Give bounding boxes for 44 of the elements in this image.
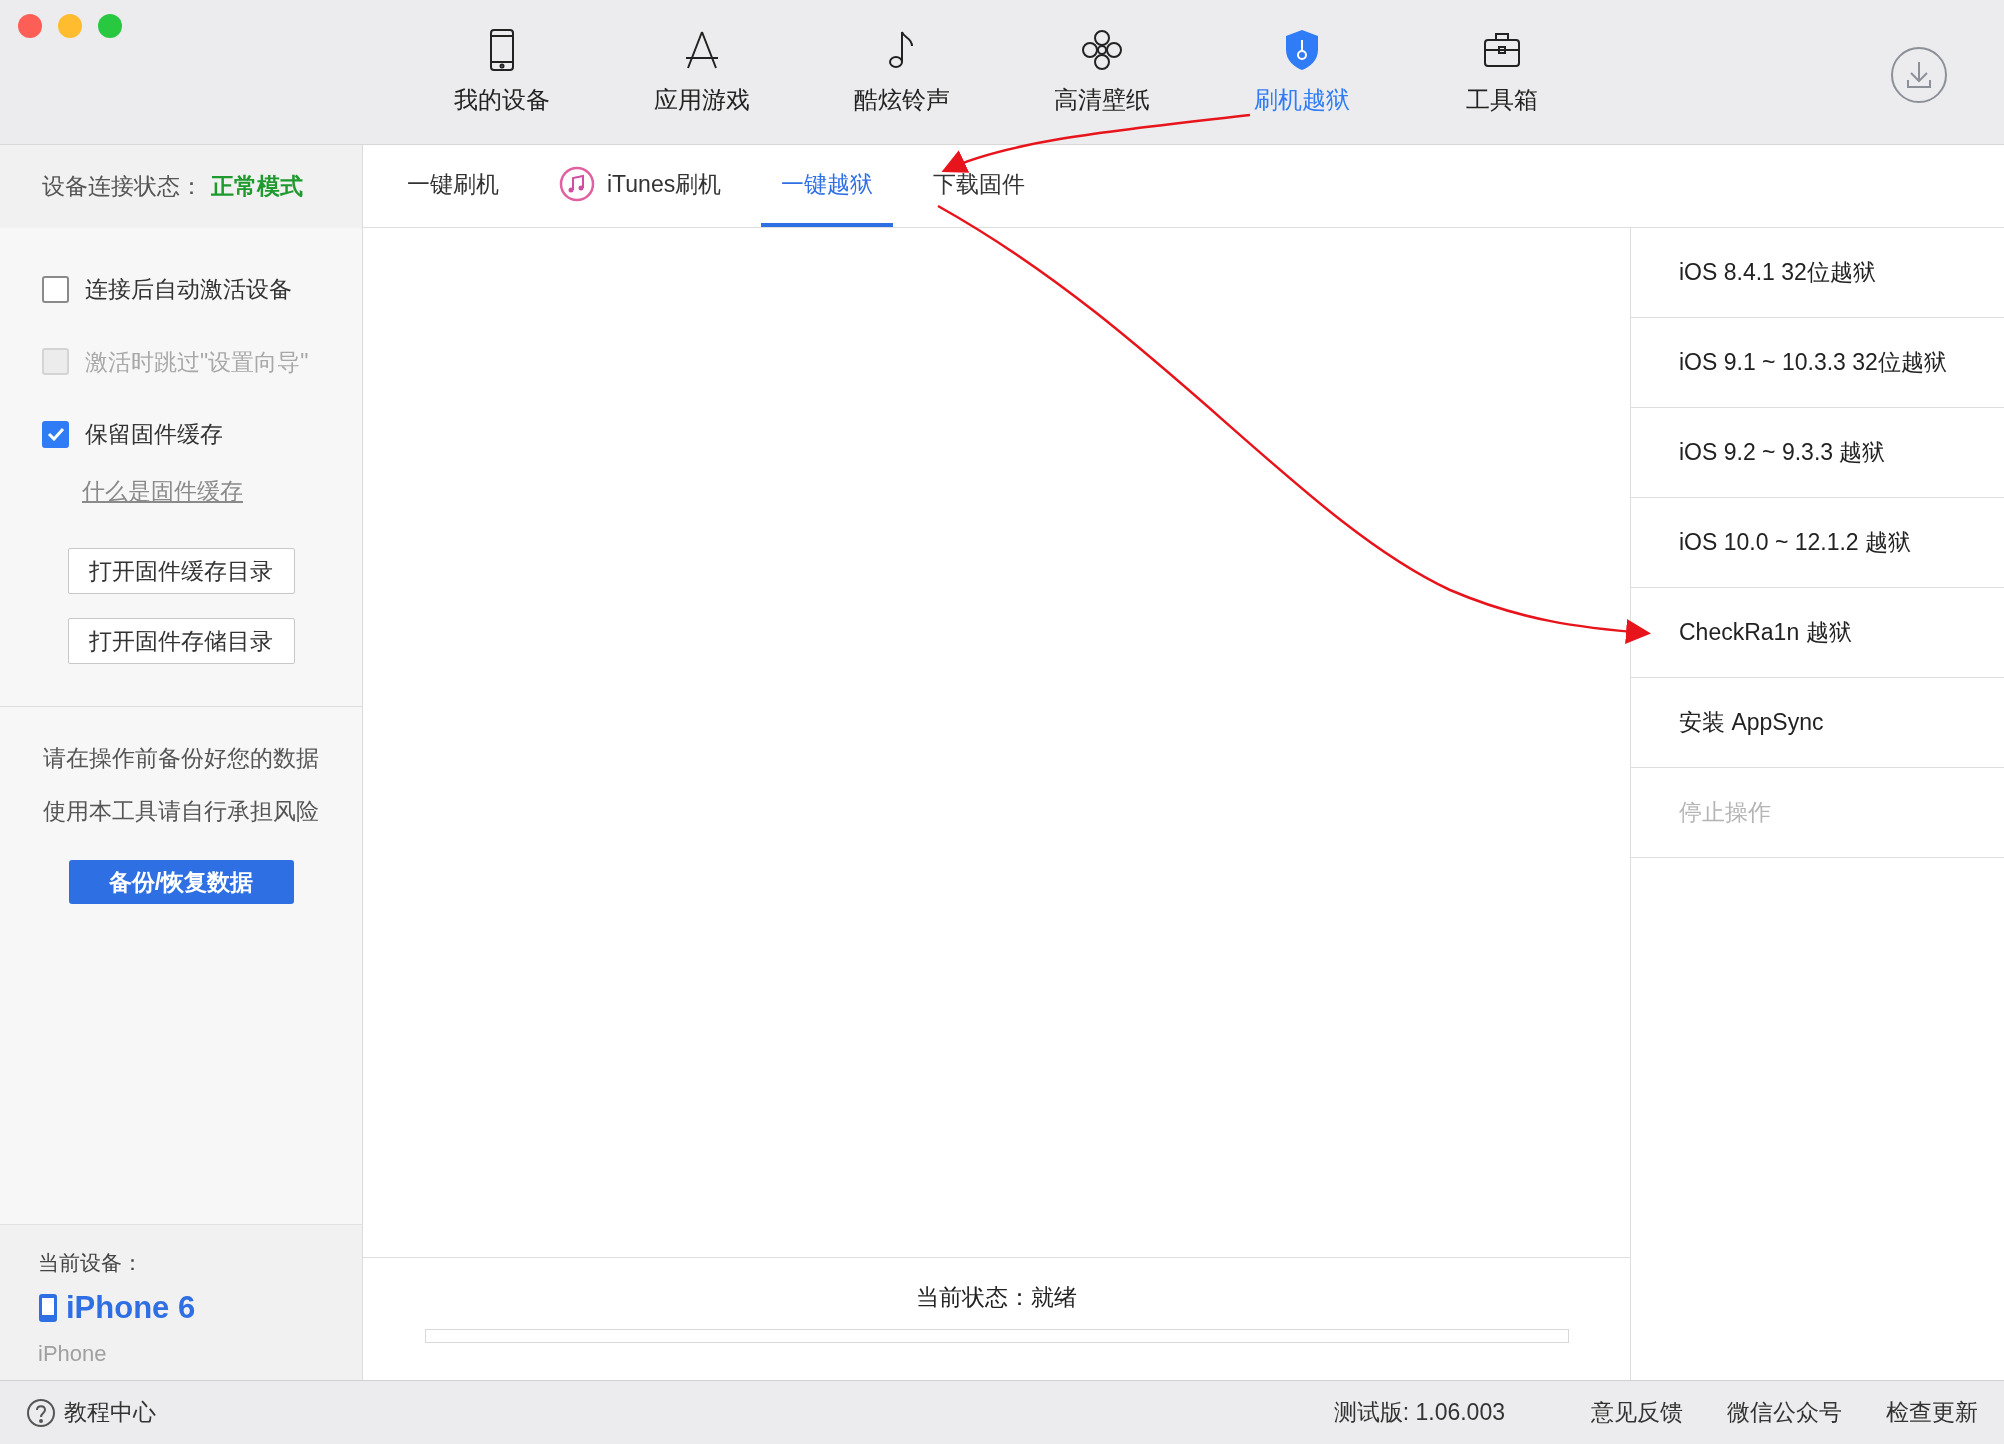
menu-item[interactable]: iOS 8.4.1 32位越狱 bbox=[1631, 228, 2004, 318]
menu-item[interactable]: iOS 9.2 ~ 9.3.3 越狱 bbox=[1631, 408, 2004, 498]
music-note-icon bbox=[559, 166, 595, 202]
nav-item[interactable]: 工具箱 bbox=[1402, 28, 1602, 118]
tutorial-link[interactable]: 教程中心 bbox=[64, 1395, 156, 1430]
download-icon[interactable] bbox=[1890, 46, 1948, 104]
device-label: 当前设备： bbox=[38, 1250, 144, 1276]
zoom-window-button[interactable] bbox=[98, 14, 122, 38]
checkbox-label: 激活时跳过"设置向导" bbox=[85, 347, 309, 377]
connection-label: 设备连接状态： bbox=[42, 172, 203, 202]
checkbox[interactable] bbox=[42, 275, 69, 303]
close-window-button[interactable] bbox=[18, 14, 42, 38]
nav-item[interactable]: 我的设备 bbox=[402, 28, 602, 118]
warning-text: 请在操作前备份好您的数据 bbox=[43, 744, 319, 773]
checkbox[interactable] bbox=[42, 420, 69, 448]
nav-item[interactable]: 酷炫铃声 bbox=[802, 28, 1002, 118]
menu-item[interactable]: 安装 AppSync bbox=[1631, 678, 2004, 768]
help-icon[interactable] bbox=[26, 1397, 56, 1428]
footer-link[interactable]: 意见反馈 bbox=[1591, 1395, 1683, 1430]
nav-item[interactable]: 应用游戏 bbox=[602, 28, 802, 118]
open-folder-button[interactable]: 打开固件缓存目录 bbox=[67, 548, 295, 594]
warning-text: 使用本工具请自行承担风险 bbox=[43, 796, 319, 826]
device-model: iPhone bbox=[38, 1340, 108, 1368]
menu-item[interactable]: iOS 9.1 ~ 10.3.3 32位越狱 bbox=[1631, 318, 2004, 408]
connection-status: 正常模式 bbox=[211, 172, 303, 202]
checkbox-label: 连接后自动激活设备 bbox=[85, 275, 292, 304]
tab[interactable]: 下载固件 bbox=[913, 145, 1046, 227]
version-text: 测试版: 1.06.003 bbox=[1333, 1398, 1505, 1428]
tab[interactable]: iTunes刷机 bbox=[539, 145, 742, 227]
checkmark-icon bbox=[46, 427, 65, 442]
nav-item[interactable]: 高清壁纸 bbox=[1002, 28, 1202, 118]
open-folder-button[interactable]: 打开固件存储目录 bbox=[67, 618, 295, 664]
footer-link[interactable]: 检查更新 bbox=[1886, 1395, 1978, 1430]
minimize-window-button[interactable] bbox=[58, 14, 82, 38]
backup-restore-button[interactable]: 备份/恢复数据 bbox=[68, 860, 294, 904]
flower-icon bbox=[1082, 28, 1122, 72]
menu-item[interactable]: iOS 10.0 ~ 12.1.2 越狱 bbox=[1631, 498, 2004, 588]
device-name: iPhone 6 bbox=[66, 1288, 196, 1327]
checkbox-label: 保留固件缓存 bbox=[85, 420, 223, 449]
footer-link[interactable]: 微信公众号 bbox=[1727, 1395, 1842, 1430]
tab[interactable]: 一键刷机 bbox=[387, 145, 519, 227]
status-text: 当前状态：就绪 bbox=[916, 1283, 1077, 1312]
menu-item[interactable]: CheckRa1n 越狱 bbox=[1631, 588, 2004, 678]
phone-icon bbox=[38, 1292, 58, 1323]
